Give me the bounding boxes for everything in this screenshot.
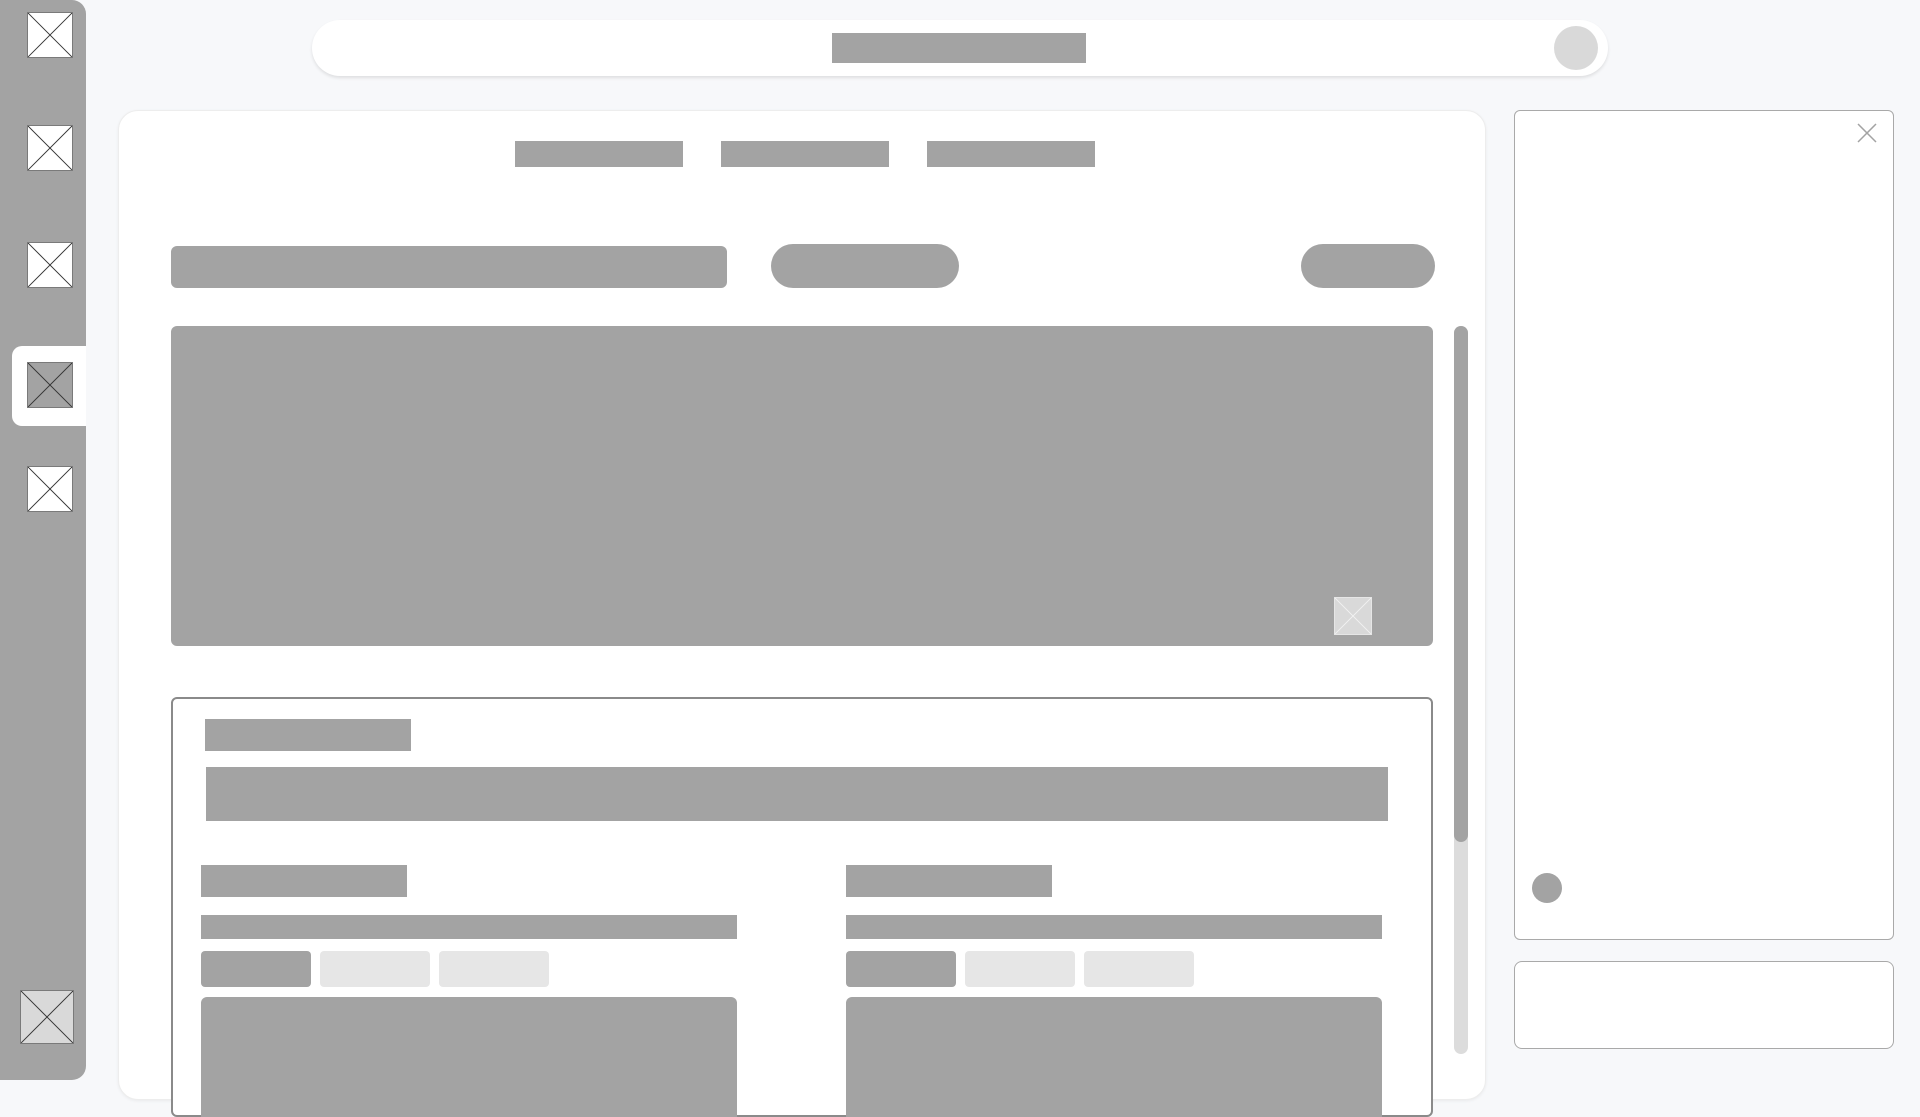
right-column-title (846, 865, 1052, 897)
left-column-content (201, 997, 737, 1117)
right-chip-1[interactable] (846, 951, 956, 987)
panel-title-placeholder (205, 719, 411, 751)
sidebar-item-3[interactable] (27, 242, 73, 288)
tab-1[interactable] (515, 141, 683, 167)
scrollbar-track[interactable] (1454, 326, 1468, 1054)
content-panel (171, 697, 1433, 1117)
left-chip-3[interactable] (439, 951, 549, 987)
placeholder-image-icon (28, 363, 72, 407)
sidebar-item-2[interactable] (27, 125, 73, 171)
right-panel (1514, 110, 1894, 940)
placeholder-image-icon (28, 13, 72, 57)
sidebar-bottom-item[interactable] (20, 990, 74, 1044)
action-button[interactable] (1301, 244, 1435, 288)
left-chip-2[interactable] (320, 951, 430, 987)
placeholder-image-icon (21, 991, 73, 1043)
close-icon[interactable] (1855, 121, 1879, 145)
right-chip-3[interactable] (1084, 951, 1194, 987)
filter-input[interactable] (171, 246, 727, 288)
hero-banner (171, 326, 1433, 646)
top-search-bar[interactable] (312, 20, 1608, 76)
tab-2[interactable] (721, 141, 889, 167)
avatar-icon[interactable] (1554, 26, 1598, 70)
left-column-subtitle (201, 915, 737, 939)
panel-input-bar[interactable] (206, 767, 1388, 821)
tab-3[interactable] (927, 141, 1095, 167)
placeholder-image-icon (28, 126, 72, 170)
status-dot (1532, 873, 1562, 903)
placeholder-image-icon (28, 243, 72, 287)
sidebar-item-4-active[interactable] (27, 362, 73, 408)
topbar-title-placeholder (832, 33, 1086, 63)
right-column-subtitle (846, 915, 1382, 939)
right-chip-2[interactable] (965, 951, 1075, 987)
left-chip-1[interactable] (201, 951, 311, 987)
placeholder-image-icon (28, 467, 72, 511)
placeholder-image-icon[interactable] (1334, 597, 1372, 635)
sidebar (0, 0, 86, 1080)
sidebar-item-1[interactable] (27, 12, 73, 58)
scrollbar-thumb[interactable] (1454, 326, 1468, 842)
left-column-title (201, 865, 407, 897)
filter-button[interactable] (771, 244, 959, 288)
composer-input[interactable] (1514, 961, 1894, 1049)
main-card (118, 110, 1486, 1117)
right-column-content (846, 997, 1382, 1117)
sidebar-item-5[interactable] (27, 466, 73, 512)
